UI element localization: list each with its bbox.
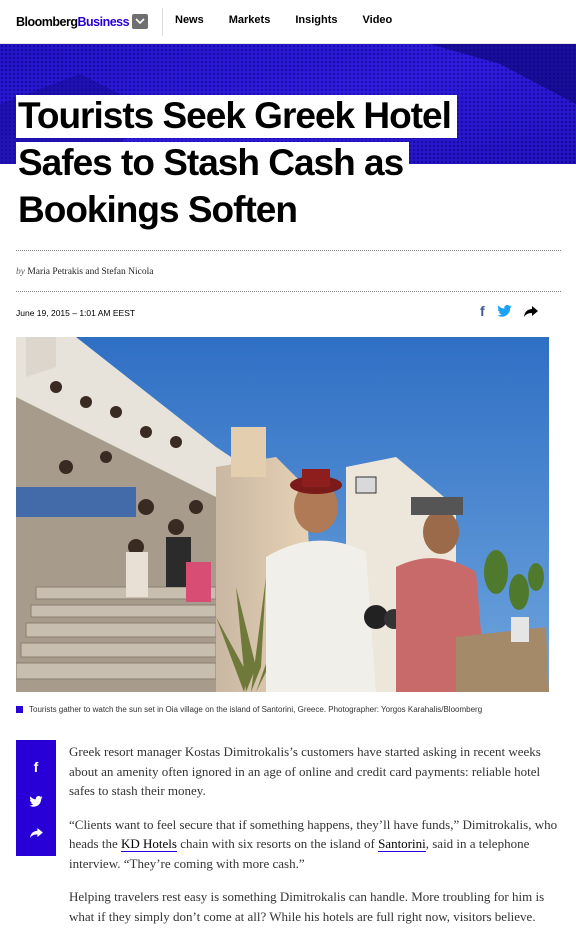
side-share-bar: f bbox=[16, 740, 56, 856]
paragraph-2-part-b: chain with six resorts on the island of bbox=[176, 836, 379, 851]
logo-business-text: Business bbox=[77, 15, 130, 29]
byline-by: by bbox=[16, 267, 25, 277]
bloomberg-business-logo[interactable]: BloombergBusiness bbox=[16, 15, 130, 29]
headline-line-3: Bookings Soften bbox=[16, 189, 303, 232]
paragraph-3: Helping travelers rest easy is something… bbox=[69, 889, 545, 924]
nav-link-video[interactable]: Video bbox=[363, 14, 393, 26]
byline-and: and bbox=[85, 267, 100, 277]
caption-text: Tourists gather to watch the sun set in … bbox=[29, 705, 483, 714]
byline: by Maria Petrakis and Stefan Nicola bbox=[16, 267, 153, 277]
chevron-down-icon bbox=[135, 18, 145, 25]
headline-line-2: Safes to Stash Cash as bbox=[16, 142, 410, 185]
share-bar-top: f bbox=[480, 303, 538, 319]
publish-date: June 19, 2015 – 1:01 AM EEST bbox=[16, 308, 136, 318]
twitter-icon[interactable] bbox=[496, 305, 512, 317]
nav-divider bbox=[162, 8, 163, 36]
share-arrow-icon[interactable] bbox=[523, 305, 538, 317]
byline-top-rule bbox=[16, 250, 561, 251]
nav-links: News Markets Insights Video bbox=[175, 14, 417, 26]
facebook-icon[interactable]: f bbox=[480, 303, 485, 319]
article-body: Greek resort manager Kostas Dimitrokalis… bbox=[69, 742, 561, 928]
caption-marker bbox=[16, 706, 23, 713]
twitter-icon[interactable] bbox=[29, 795, 43, 807]
logo-main-text: Bloomberg bbox=[16, 15, 78, 29]
share-arrow-icon[interactable] bbox=[29, 827, 43, 838]
facebook-icon[interactable]: f bbox=[34, 759, 39, 775]
photo-caption: Tourists gather to watch the sun set in … bbox=[16, 705, 482, 714]
kd-hotels-link[interactable]: KD Hotels bbox=[120, 836, 177, 852]
paragraph-2: “Clients want to feel secure that if som… bbox=[69, 815, 561, 874]
nav-link-news[interactable]: News bbox=[175, 14, 204, 26]
headline-line-1: Tourists Seek Greek Hotel bbox=[16, 95, 457, 138]
nav-link-insights[interactable]: Insights bbox=[295, 14, 337, 26]
nav-link-markets[interactable]: Markets bbox=[229, 14, 271, 26]
author-link-2[interactable]: Stefan Nicola bbox=[101, 267, 153, 277]
article-headline: Tourists Seek Greek Hotel Safes to Stash… bbox=[16, 92, 556, 233]
santorini-link[interactable]: Santorini bbox=[378, 836, 426, 852]
author-link-1[interactable]: Maria Petrakis bbox=[27, 267, 83, 277]
paragraph-1: Greek resort manager Kostas Dimitrokalis… bbox=[69, 744, 541, 798]
top-nav: BloombergBusiness News Markets Insights … bbox=[0, 0, 576, 44]
menu-toggle-button[interactable] bbox=[132, 14, 148, 29]
article-photo bbox=[16, 337, 549, 692]
byline-bottom-rule bbox=[16, 291, 561, 292]
